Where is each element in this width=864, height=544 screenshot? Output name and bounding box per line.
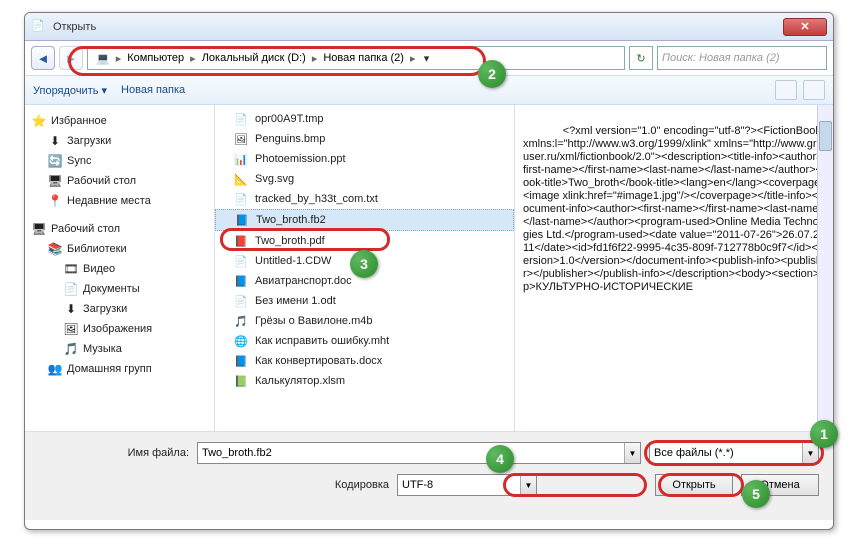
dropdown-icon[interactable]: ▼: [520, 475, 536, 495]
view-button[interactable]: [775, 80, 797, 100]
file-row[interactable]: 📄opr00A9T.tmp: [215, 109, 514, 129]
tree-desktop2[interactable]: 🖥Рабочий стол: [27, 219, 212, 239]
tree-music[interactable]: 🎵Музыка: [27, 339, 212, 359]
bottom-panel: Имя файла: Two_broth.fb2▼ Все файлы (*.*…: [25, 431, 833, 520]
crumb-3[interactable]: Новая папка (2): [319, 52, 408, 64]
filetype-filter[interactable]: Все файлы (*.*)▼: [649, 442, 819, 464]
preview-pane: <?xml version="1.0" encoding="utf-8"?><F…: [515, 105, 833, 431]
dropdown-icon[interactable]: ▼: [802, 443, 818, 463]
file-row[interactable]: 📕Two_broth.pdf: [215, 231, 514, 251]
file-row[interactable]: 📊Photoemission.ppt: [215, 149, 514, 169]
crumb-dropdown-icon[interactable]: ▾: [418, 52, 436, 65]
preview-scrollbar[interactable]: [817, 105, 833, 431]
encoding-label: Кодировка: [39, 479, 389, 491]
window-title: Открыть: [53, 21, 783, 33]
crumb-2[interactable]: Локальный диск (D:): [198, 52, 310, 64]
toolbar: Упорядочить ▾ Новая папка: [25, 75, 833, 105]
forward-button[interactable]: ►: [59, 46, 83, 70]
nav-tree: ⭐Избранное ⬇Загрузки 🔄Sync 🖥Рабочий стол…: [25, 105, 215, 431]
computer-icon: 💻: [92, 52, 114, 65]
help-button[interactable]: [803, 80, 825, 100]
organize-menu[interactable]: Упорядочить ▾: [33, 84, 107, 97]
file-row[interactable]: 🎵Грёзы о Вавилоне.m4b: [215, 311, 514, 331]
file-row[interactable]: 🌐Как исправить ошибку.mht: [215, 331, 514, 351]
tree-downloads[interactable]: ⬇Загрузки: [27, 131, 212, 151]
file-row[interactable]: 📘Как конвертировать.docx: [215, 351, 514, 371]
new-folder-button[interactable]: Новая папка: [121, 84, 185, 96]
file-row[interactable]: 📐Svg.svg: [215, 169, 514, 189]
file-row[interactable]: 📄Untitled-1.CDW: [215, 251, 514, 271]
close-button[interactable]: ✕: [783, 18, 827, 36]
breadcrumb[interactable]: 💻▸ Компьютер▸ Локальный диск (D:)▸ Новая…: [87, 46, 625, 70]
dropdown-icon[interactable]: ▼: [624, 443, 640, 463]
titlebar: 📄 Открыть ✕: [25, 13, 833, 41]
scroll-thumb[interactable]: [819, 121, 832, 151]
refresh-button[interactable]: ↻: [629, 46, 653, 70]
tree-documents[interactable]: 📄Документы: [27, 279, 212, 299]
tree-downloads2[interactable]: ⬇Загрузки: [27, 299, 212, 319]
tree-desktop[interactable]: 🖥Рабочий стол: [27, 171, 212, 191]
filename-label: Имя файла:: [39, 447, 189, 459]
preview-text: <?xml version="1.0" encoding="utf-8"?><F…: [523, 125, 829, 293]
tree-libraries[interactable]: 📚Библиотеки: [27, 239, 212, 259]
tree-video[interactable]: 🎞Видео: [27, 259, 212, 279]
tree-sync[interactable]: 🔄Sync: [27, 151, 212, 171]
file-row[interactable]: 🖼Penguins.bmp: [215, 129, 514, 149]
file-row[interactable]: 📘Авиатранспорт.doc: [215, 271, 514, 291]
search-input[interactable]: Поиск: Новая папка (2): [657, 46, 827, 70]
file-row[interactable]: 📄tracked_by_h33t_com.txt: [215, 189, 514, 209]
nav-row: ◄ ► 💻▸ Компьютер▸ Локальный диск (D:)▸ Н…: [25, 41, 833, 75]
encoding-select[interactable]: UTF-8▼: [397, 474, 537, 496]
tree-recent[interactable]: 📍Недавние места: [27, 191, 212, 211]
cancel-button[interactable]: Отмена: [741, 474, 819, 496]
file-row[interactable]: 📗Калькулятор.xlsm: [215, 371, 514, 391]
file-row[interactable]: 📄Без имени 1.odt: [215, 291, 514, 311]
tree-homegroup[interactable]: 👥Домашняя групп: [27, 359, 212, 379]
file-row-selected[interactable]: 📘Two_broth.fb2: [215, 209, 514, 231]
back-button[interactable]: ◄: [31, 46, 55, 70]
tree-images[interactable]: 🖼Изображения: [27, 319, 212, 339]
app-icon: 📄: [31, 19, 47, 35]
filename-input[interactable]: Two_broth.fb2▼: [197, 442, 641, 464]
file-list: 📄opr00A9T.tmp 🖼Penguins.bmp 📊Photoemissi…: [215, 105, 515, 431]
crumb-1[interactable]: Компьютер: [123, 52, 188, 64]
tree-favorites[interactable]: ⭐Избранное: [27, 111, 212, 131]
open-button[interactable]: Открыть: [655, 474, 733, 496]
